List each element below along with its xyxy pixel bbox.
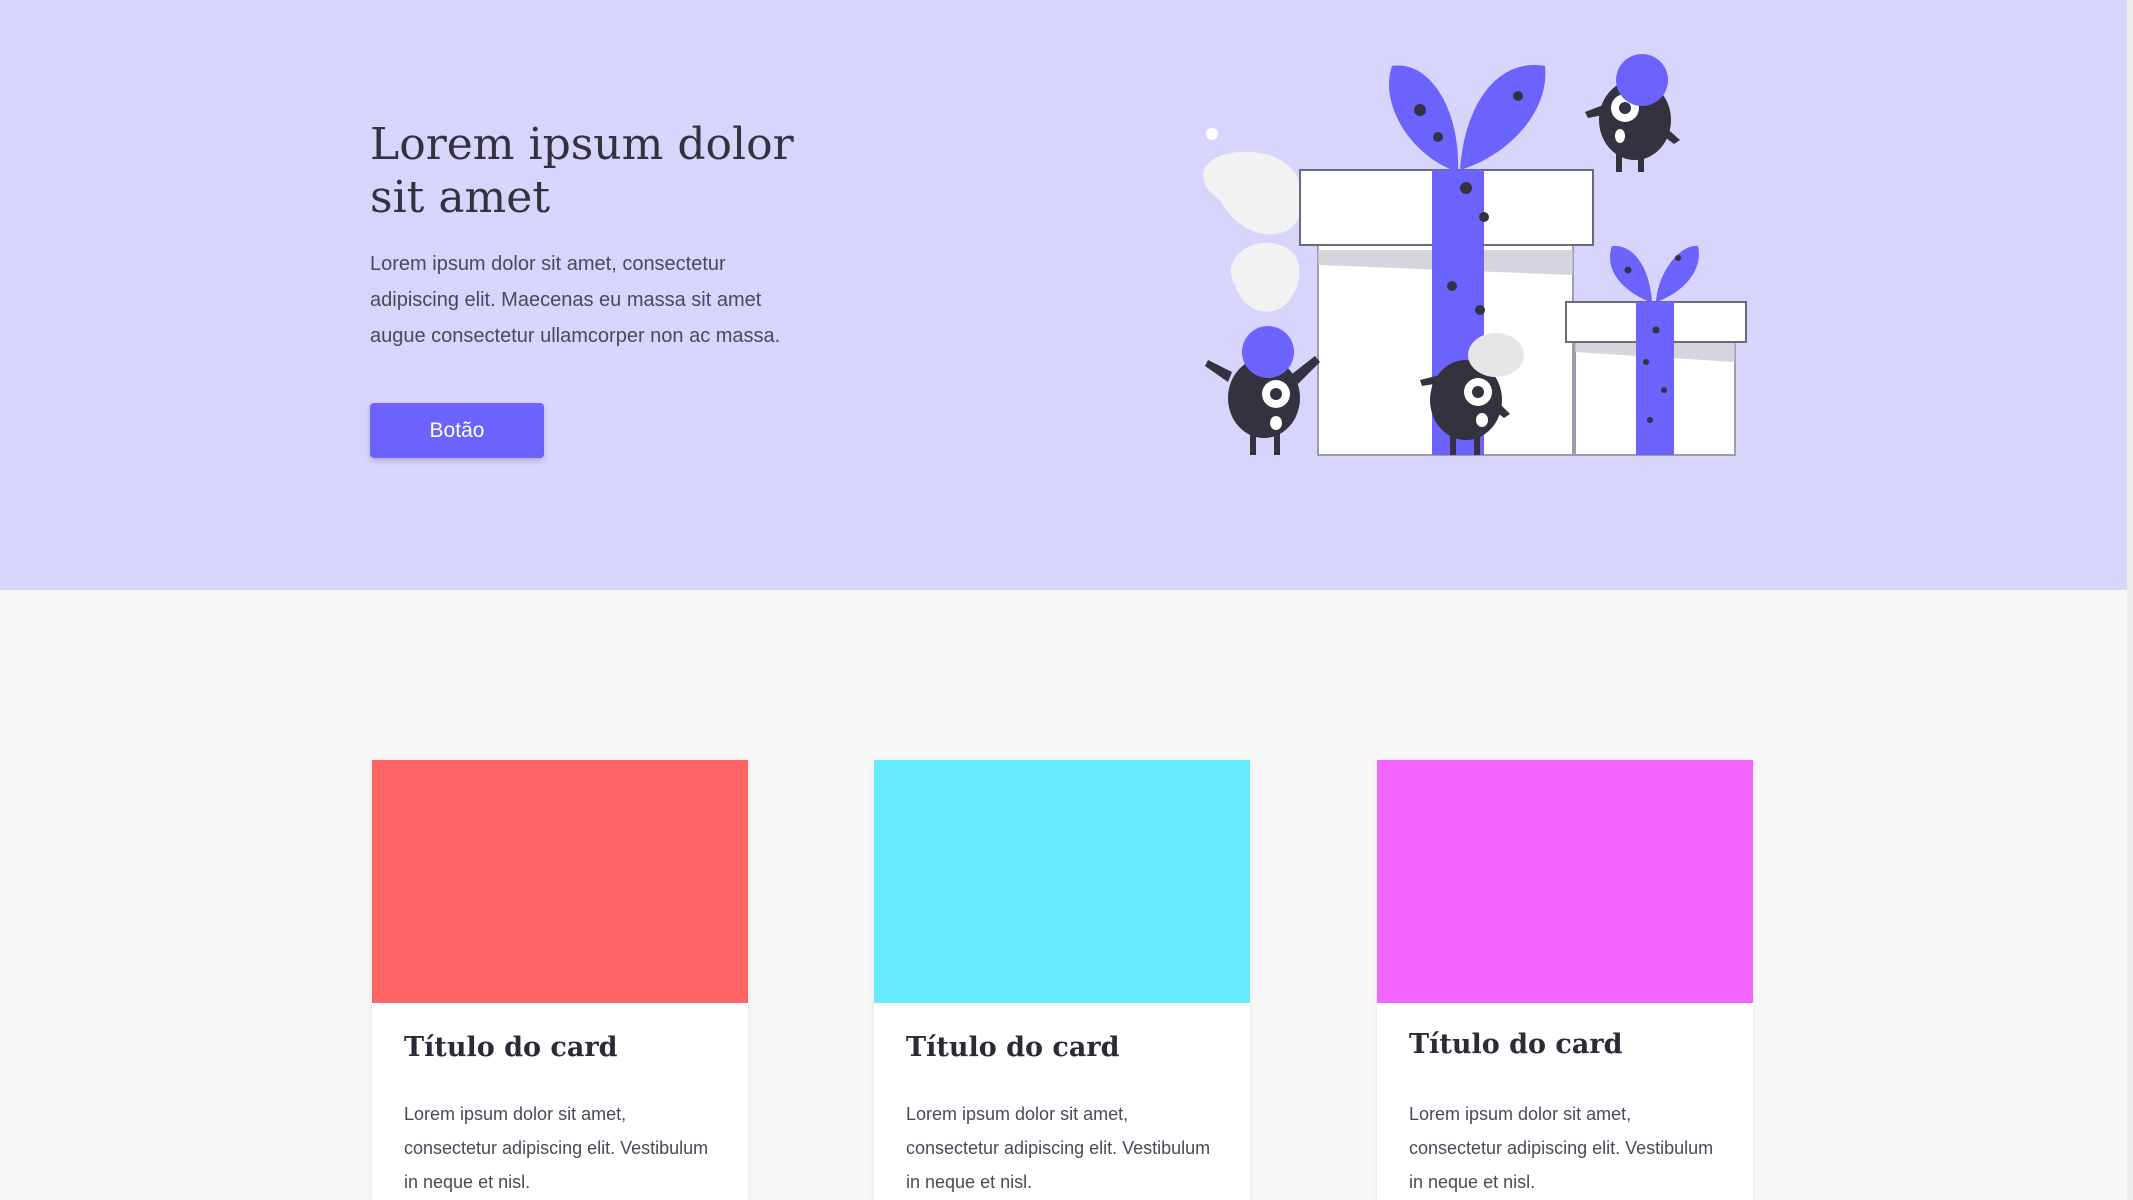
hero-button[interactable]: Botão bbox=[370, 403, 544, 458]
card-image bbox=[874, 760, 1250, 1003]
card-3[interactable]: Título do card Lorem ipsum dolor sit ame… bbox=[1377, 760, 1753, 1200]
scrollbar-track[interactable] bbox=[2127, 0, 2133, 1200]
white-dot bbox=[1206, 128, 1218, 140]
white-leaf-shape bbox=[1231, 242, 1300, 312]
small-gift-bow-left bbox=[1609, 245, 1652, 302]
hero-title: Lorem ipsum dolor sit amet bbox=[370, 119, 794, 223]
small-gift-ribbon bbox=[1636, 302, 1674, 455]
big-gift-bow-right bbox=[1460, 65, 1546, 170]
gift-boxes-illustration bbox=[1203, 54, 1747, 456]
monster-left bbox=[1205, 326, 1320, 455]
card-text: Lorem ipsum dolor sit amet, consectetur … bbox=[906, 1104, 1211, 1192]
small-gift-bow-right bbox=[1656, 245, 1699, 302]
monster-top bbox=[1585, 54, 1680, 172]
big-gift-bow-left bbox=[1389, 65, 1459, 170]
card-text: Lorem ipsum dolor sit amet, consectetur … bbox=[404, 1104, 709, 1192]
card-title: Título do card bbox=[1409, 1029, 1623, 1060]
card-title: Título do card bbox=[906, 1032, 1120, 1063]
card-text: Lorem ipsum dolor sit amet, consectetur … bbox=[1409, 1104, 1714, 1192]
card-title: Título do card bbox=[404, 1032, 618, 1063]
card-2[interactable]: Título do card Lorem ipsum dolor sit ame… bbox=[874, 760, 1250, 1200]
card-image bbox=[1377, 760, 1753, 1003]
hero-section: Lorem ipsum dolor sit amet Lorem ipsum d… bbox=[0, 0, 2133, 590]
card-image bbox=[372, 760, 748, 1003]
card-1[interactable]: Título do card Lorem ipsum dolor sit ame… bbox=[372, 760, 748, 1200]
hero-description: Lorem ipsum dolor sit amet, consectetur … bbox=[370, 253, 781, 347]
white-leaf-shape bbox=[1203, 151, 1303, 235]
